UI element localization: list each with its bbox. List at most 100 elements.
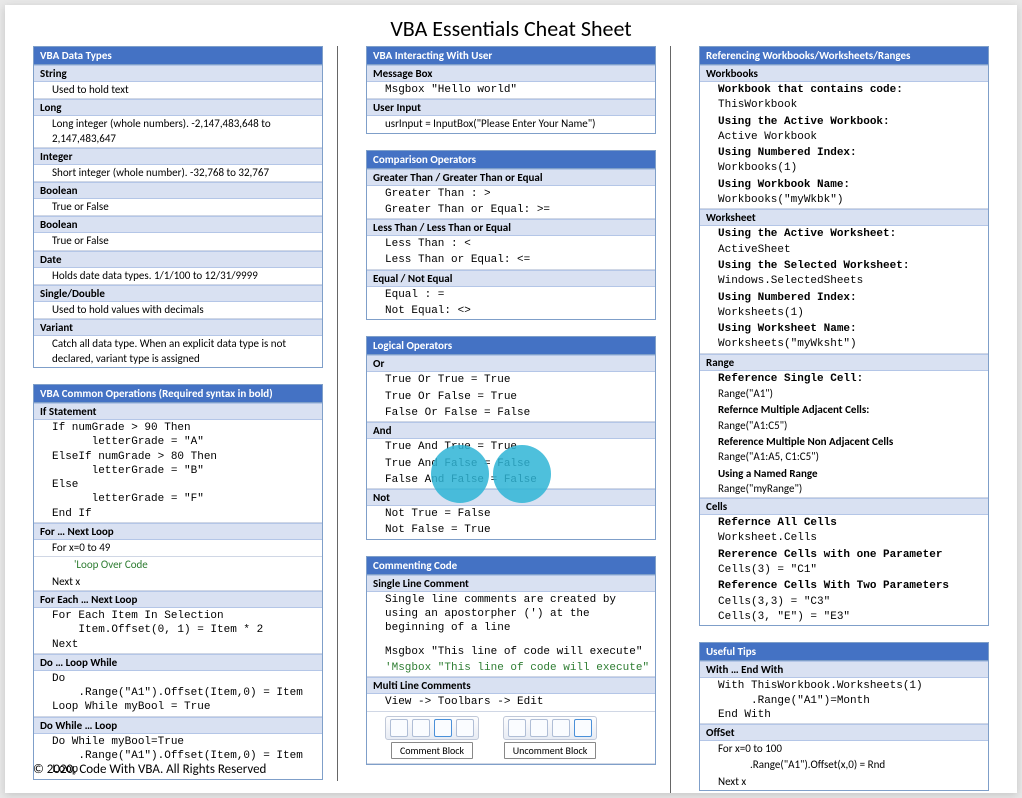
label: Using the Selected Worksheet: xyxy=(718,260,909,272)
code-line: For x=0 to 49 xyxy=(34,540,322,557)
row-header: Boolean xyxy=(34,216,322,233)
text: Single line comments are created by usin… xyxy=(367,592,655,637)
code: Range("myRange") xyxy=(700,482,988,498)
label: Rererence Cells with one Parameter xyxy=(718,549,942,561)
row-header: Multi Line Comments xyxy=(367,677,655,694)
row-body: True or False xyxy=(34,199,322,216)
label: Using Worksheet Name: xyxy=(718,323,857,335)
code: Greater Than or Equal: >= xyxy=(367,202,655,219)
row-header: User Input xyxy=(367,99,655,116)
code: True Or False = True xyxy=(367,389,655,405)
code: Less Than or Equal: <= xyxy=(367,252,655,269)
label: Using the Active Worksheet: xyxy=(718,228,896,240)
code: True Or True = True xyxy=(367,372,655,388)
code: Less Than : < xyxy=(367,236,655,252)
comparison-block: Comparison Operators Greater Than / Grea… xyxy=(366,150,656,321)
row-header: Variant xyxy=(34,319,322,336)
row-header: With … End With xyxy=(700,661,988,678)
block-header: VBA Data Types xyxy=(34,47,322,65)
row-header: OffSet xyxy=(700,724,988,741)
comment-icon xyxy=(552,719,570,737)
row-header: If Statement xyxy=(34,403,322,420)
row-header: Long xyxy=(34,99,322,116)
block-header: Logical Operators xyxy=(367,337,655,355)
code: Not False = True xyxy=(367,522,655,538)
label: Workbook that contains code: xyxy=(718,84,903,96)
label: Reference Single Cell: xyxy=(718,373,863,385)
label: Using a Named Range xyxy=(718,467,818,480)
toolbar-icon xyxy=(385,716,479,740)
copyright-footer: © 2020, Code With VBA. All Rights Reserv… xyxy=(33,762,266,777)
indent-icon xyxy=(390,719,408,737)
code: Worksheets("myWksht") xyxy=(700,337,988,353)
block-header: VBA Common Operations (Required syntax i… xyxy=(34,385,322,403)
row-header: String xyxy=(34,65,322,82)
toolbar-icon xyxy=(503,716,597,740)
row-header: Single Line Comment xyxy=(367,575,655,592)
row-header: Or xyxy=(367,355,655,372)
columns: VBA Data Types String Used to hold text … xyxy=(5,46,1017,793)
row-body: Short integer (whole number). -32,768 to… xyxy=(34,165,322,182)
code-line: Next x xyxy=(700,774,988,790)
toolbar-label: Uncomment Block xyxy=(504,742,597,759)
code: Cells(3, "E") = "E3" xyxy=(700,610,988,625)
outdent-icon xyxy=(530,719,548,737)
row-header: Integer xyxy=(34,148,322,165)
column-middle: VBA Interacting With User Message Box Ms… xyxy=(337,46,656,781)
page-title: VBA Essentials Cheat Sheet xyxy=(5,5,1017,46)
code-comment: 'Msgbox "This line of code will execute" xyxy=(367,660,655,677)
comment-block-toolbar: Comment Block xyxy=(385,716,479,759)
code: For Each Item In Selection Item.Offset(0… xyxy=(34,608,322,654)
outdent-icon xyxy=(412,719,430,737)
vba-data-types-block: VBA Data Types String Used to hold text … xyxy=(33,46,323,368)
column-left: VBA Data Types String Used to hold text … xyxy=(33,46,323,793)
code: Greater Than : > xyxy=(367,186,655,202)
column-right: Referencing Workbooks/Worksheets/Ranges … xyxy=(670,46,989,793)
code: Cells(3) = "C1" xyxy=(700,563,988,578)
cheat-sheet-page: VBA Essentials Cheat Sheet VBA Data Type… xyxy=(5,5,1017,793)
row-body: Holds date data types. 1/1/100 to 12/31/… xyxy=(34,268,322,285)
row-header: Do … Loop While xyxy=(34,654,322,671)
row-body: Used to hold text xyxy=(34,82,322,99)
block-header: Referencing Workbooks/Worksheets/Ranges xyxy=(700,47,988,65)
row-body: Catch all data type. When an explicit da… xyxy=(34,336,322,367)
code-line: .Range("A1").Offset(x,0) = Rnd xyxy=(700,757,988,773)
code: Range("A1:A5, C1:C5") xyxy=(700,450,988,465)
code-line: For x=0 to 100 xyxy=(700,741,988,757)
blue-circle-icon xyxy=(493,445,551,503)
code: Range("A1") xyxy=(700,387,988,402)
row-header: For … Next Loop xyxy=(34,523,322,540)
annotation-overlay xyxy=(431,445,551,503)
toolbar-label: Comment Block xyxy=(391,742,473,759)
label: Using Numbered Index: xyxy=(718,147,857,159)
label: Reference Cells With Two Parameters xyxy=(718,580,949,592)
label: Refernce Multiple Adjacent Cells: xyxy=(718,403,869,416)
menu-path: View -> Toolbars -> Edit xyxy=(367,694,655,711)
code: If numGrade > 90 Then letterGrade = "A" … xyxy=(34,420,322,523)
row-body: Used to hold values with decimals xyxy=(34,302,322,319)
row-header: Equal / Not Equal xyxy=(367,270,655,287)
code: With ThisWorkbook.Worksheets(1) .Range("… xyxy=(700,678,988,724)
row-header: Range xyxy=(700,354,988,371)
comment-icon xyxy=(434,719,452,737)
uncomment-icon xyxy=(574,719,592,737)
code: Range("A1:C5") xyxy=(700,419,988,434)
block-header: VBA Interacting With User xyxy=(367,47,655,65)
code: Not Equal: <> xyxy=(367,303,655,319)
code: Msgbox "This line of code will execute" xyxy=(367,637,655,660)
blue-circle-icon xyxy=(431,445,489,503)
block-header: Commenting Code xyxy=(367,557,655,575)
code: Workbooks("myWkbk") xyxy=(700,193,988,209)
label: Reference Multiple Non Adjacent Cells xyxy=(718,435,893,448)
code: False Or False = False xyxy=(367,405,655,422)
row-header: Workbooks xyxy=(700,65,988,82)
row-header: Do While … Loop xyxy=(34,717,322,734)
logical-block: Logical Operators Or True Or True = True… xyxy=(366,336,656,539)
code: Windows.SelectedSheets xyxy=(700,274,988,289)
commenting-block: Commenting Code Single Line Comment Sing… xyxy=(366,556,656,765)
row-body: True or False xyxy=(34,233,322,250)
label: Using the Active Workbook: xyxy=(718,116,890,128)
label: Using Numbered Index: xyxy=(718,292,857,304)
block-header: Comparison Operators xyxy=(367,151,655,169)
code: Workbooks(1) xyxy=(700,161,988,176)
